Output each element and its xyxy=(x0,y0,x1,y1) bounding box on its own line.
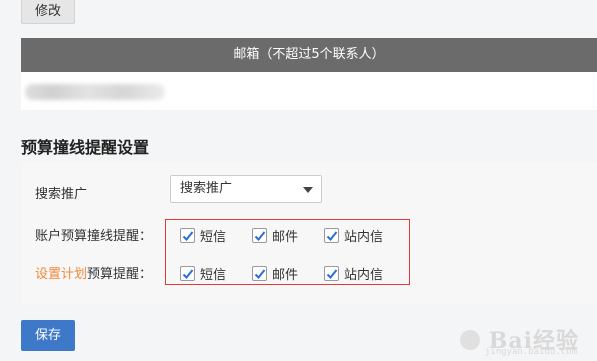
budget-settings-title: 预算撞线提醒设置 xyxy=(21,138,150,157)
account-inbox-checkbox[interactable]: 站内信 xyxy=(324,226,383,245)
chevron-down-icon xyxy=(303,187,313,193)
plan-email-label: 邮件 xyxy=(272,268,299,283)
check-icon xyxy=(180,228,195,243)
plan-sms-label: 短信 xyxy=(200,268,227,283)
check-icon xyxy=(252,266,267,281)
plan-email-checkbox[interactable]: 邮件 xyxy=(252,264,298,283)
watermark-sub: jingyan.baidu.com xyxy=(484,347,577,357)
plan-inbox-checkbox[interactable]: 站内信 xyxy=(324,264,383,283)
baidu-jingyan-watermark: Bai经验 jingyan.baidu.com xyxy=(460,323,579,357)
save-button[interactable]: 保存 xyxy=(21,320,75,351)
channel-label: 搜索推广 xyxy=(35,187,88,202)
account-sms-label: 短信 xyxy=(200,230,227,245)
plan-sms-checkbox[interactable]: 短信 xyxy=(180,264,226,283)
channel-select-value: 搜索推广 xyxy=(180,181,233,196)
check-icon xyxy=(180,266,195,281)
check-icon xyxy=(324,228,339,243)
modify-button[interactable]: 修改 xyxy=(21,0,75,24)
plan-budget-label-suffix: 预算提醒： xyxy=(87,267,153,282)
plan-inbox-label: 站内信 xyxy=(344,268,384,283)
check-icon xyxy=(252,228,267,243)
account-email-checkbox[interactable]: 邮件 xyxy=(252,226,298,245)
account-inbox-label: 站内信 xyxy=(344,230,384,245)
blurred-contact-email xyxy=(25,84,165,100)
account-budget-label: 账户预算撞线提醒： xyxy=(35,229,153,244)
baidu-paw-icon xyxy=(460,330,481,350)
budget-settings-panel: 搜索推广 搜索推广 账户预算撞线提醒： 设置计划预算提醒： 短信 邮件 站内信 … xyxy=(21,162,597,304)
email-panel: 邮箱（不超过5个联系人） xyxy=(21,38,597,110)
email-header: 邮箱（不超过5个联系人） xyxy=(21,38,597,72)
account-sms-checkbox[interactable]: 短信 xyxy=(180,226,226,245)
check-icon xyxy=(324,266,339,281)
channel-select[interactable]: 搜索推广 xyxy=(170,175,322,203)
set-plan-link[interactable]: 设置计划 xyxy=(35,267,87,282)
plan-budget-label: 设置计划预算提醒： xyxy=(35,263,152,282)
account-email-label: 邮件 xyxy=(272,230,299,245)
